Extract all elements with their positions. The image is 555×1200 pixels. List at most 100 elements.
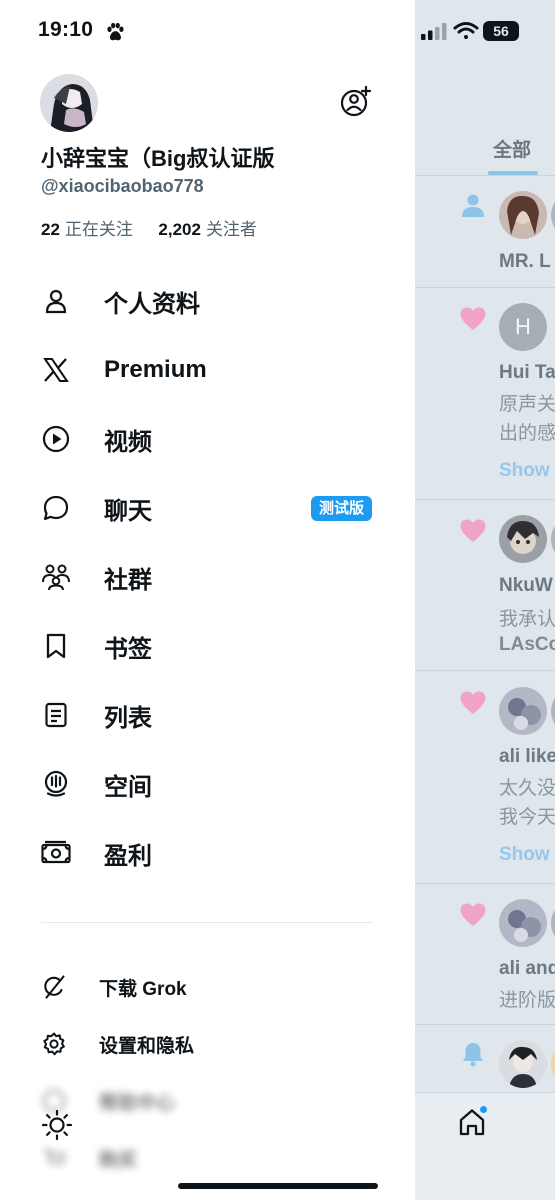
heart-icon <box>460 307 486 330</box>
menu-divider <box>41 922 373 923</box>
notification-avatar[interactable] <box>499 899 547 947</box>
notification-text-line: 进阶版 <box>499 990 555 1011</box>
following-label: 正在关注 <box>64 220 133 239</box>
heart-icon <box>460 691 486 714</box>
person-icon <box>45 289 67 314</box>
menu-label-profile: 个人资料 <box>104 290 200 318</box>
notification-text-line: 我今天 <box>499 807 555 828</box>
paw-icon <box>107 22 124 41</box>
followers-label: 关注者 <box>205 220 257 239</box>
notification-divider <box>415 499 555 500</box>
menu-item-premium[interactable]: Premium <box>40 350 380 390</box>
profile-handle: @xiaocibaobao778 <box>41 176 204 196</box>
menu-label-communities: 社群 <box>104 566 152 594</box>
menu-item-profile[interactable]: 个人资料 <box>40 281 380 321</box>
notification-text-line: 出的感 <box>499 423 555 444</box>
people-icon <box>42 564 70 591</box>
cart-icon <box>44 1149 66 1164</box>
menu-item-help[interactable]: 帮助中心 <box>40 1085 370 1117</box>
show-more-link[interactable]: Show <box>499 844 550 866</box>
home-indicator <box>178 1183 378 1189</box>
side-drawer: 19:10 小辞宝宝（Big叔认证版 @xiaocibaobao778 22 正在… <box>0 0 415 1200</box>
menu-item-chat[interactable]: 聊天 测试版 <box>40 488 380 528</box>
menu-label-lists: 列表 <box>104 704 152 732</box>
menu-label-bookmarks: 书签 <box>104 635 152 663</box>
grok-icon <box>44 975 65 999</box>
notification-user-name[interactable]: NkuW <box>499 575 553 597</box>
spaces-icon <box>44 770 68 797</box>
profile-avatar[interactable] <box>40 74 98 132</box>
menu-label-premium: Premium <box>104 356 207 383</box>
add-account-icon[interactable] <box>339 84 373 118</box>
followers-link[interactable]: 2,202 关注者 <box>158 220 257 239</box>
money-icon <box>41 840 71 864</box>
menu-label-settings: 设置和隐私 <box>99 1035 195 1057</box>
notification-text-line: 原声关 <box>499 394 555 415</box>
notification-text-line: 太久没 <box>499 778 555 799</box>
bottom-tab-bar <box>415 1092 555 1200</box>
sun-icon[interactable] <box>40 1108 74 1142</box>
battery-indicator: 56 <box>483 21 519 41</box>
menu-label-chat: 聊天 <box>104 497 152 525</box>
notification-user-name[interactable]: Hui Ta <box>499 362 555 384</box>
menu-item-bookmarks[interactable]: 书签 <box>40 626 380 666</box>
following-count: 22 <box>41 220 60 239</box>
followers-count: 2,202 <box>158 220 201 239</box>
notification-user-name[interactable]: MR. L <box>499 251 551 273</box>
menu-label-grok: 下载 Grok <box>99 978 187 1000</box>
notification-user-name[interactable]: ali and <box>499 958 555 980</box>
notification-divider <box>415 287 555 288</box>
notification-divider <box>415 670 555 671</box>
chat-bubble-icon <box>43 495 69 521</box>
menu-item-lists[interactable]: 列表 <box>40 695 380 735</box>
beta-badge: 测试版 <box>311 496 373 521</box>
play-circle-icon <box>42 425 70 453</box>
menu-label-spaces: 空间 <box>104 773 152 801</box>
menu-label-purchases: 购买 <box>99 1149 138 1171</box>
notification-avatar-secondary[interactable] <box>551 515 555 563</box>
avatar-image <box>40 74 98 132</box>
menu-label-help: 帮助中心 <box>99 1092 176 1114</box>
notification-avatar[interactable] <box>499 1040 547 1088</box>
menu-item-communities[interactable]: 社群 <box>40 557 380 597</box>
notification-avatar-secondary[interactable] <box>551 191 555 239</box>
menu-item-settings[interactable]: 设置和隐私 <box>40 1028 370 1060</box>
dimmed-notifications-timeline[interactable]: 56 全部 MR. L H Hui Ta 原声关 出的感 Show NkuW 我… <box>415 0 555 1200</box>
notification-avatar[interactable] <box>499 191 547 239</box>
menu-item-video[interactable]: 视频 <box>40 419 380 459</box>
notification-divider <box>415 1024 555 1025</box>
notification-bold-text: LAsCo <box>499 634 555 655</box>
notification-avatar[interactable] <box>499 515 547 563</box>
follow-stats: 22 正在关注 2,202 关注者 <box>41 215 257 240</box>
bell-icon <box>463 1043 483 1067</box>
menu-item-monetization[interactable]: 盈利 <box>40 833 380 873</box>
notification-avatar-secondary[interactable] <box>551 899 555 947</box>
bookmark-icon <box>46 633 66 659</box>
x-logo-icon <box>43 358 69 382</box>
notification-avatar[interactable] <box>499 687 547 735</box>
menu-label-video: 视频 <box>104 428 152 456</box>
tab-all[interactable]: 全部 <box>493 135 531 162</box>
heart-icon <box>460 903 486 926</box>
signal-icon <box>421 23 447 40</box>
notification-user-name[interactable]: ali like <box>499 746 555 768</box>
follow-person-icon <box>462 194 484 217</box>
notification-avatar-secondary[interactable] <box>551 687 555 735</box>
show-more-link[interactable]: Show <box>499 460 550 482</box>
notification-divider <box>415 883 555 884</box>
menu-item-purchases[interactable]: 购买 <box>40 1142 370 1174</box>
gear-icon <box>43 1032 65 1056</box>
notification-text-line: 我承认 <box>499 609 555 630</box>
tab-divider <box>415 175 555 176</box>
menu-label-monetization: 盈利 <box>104 842 152 870</box>
following-link[interactable]: 22 正在关注 <box>41 220 138 239</box>
profile-name[interactable]: 小辞宝宝（Big叔认证版 <box>41 141 274 173</box>
list-icon <box>45 702 67 728</box>
menu-item-spaces[interactable]: 空间 <box>40 764 380 804</box>
wifi-icon <box>453 22 479 39</box>
status-time: 19:10 <box>38 18 94 41</box>
notification-avatar-secondary[interactable] <box>551 1040 555 1088</box>
notification-avatar[interactable]: H <box>499 303 547 351</box>
menu-item-grok[interactable]: 下载 Grok <box>40 971 370 1003</box>
heart-icon <box>460 519 486 542</box>
